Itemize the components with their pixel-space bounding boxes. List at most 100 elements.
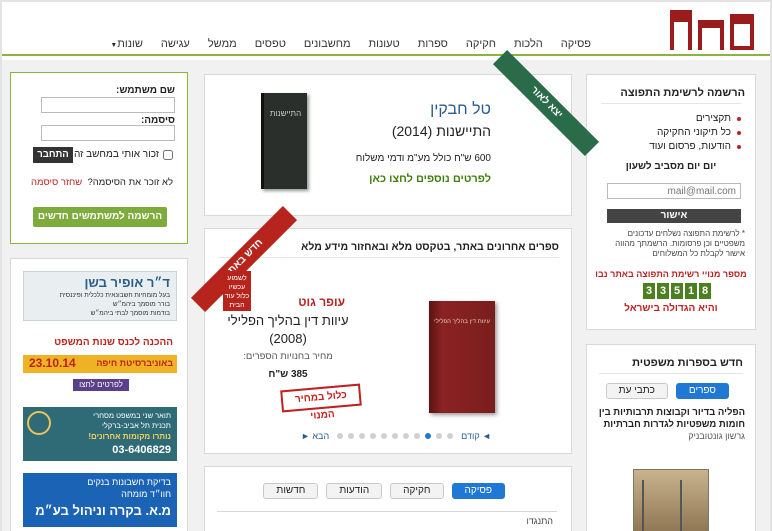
ad2-line1: ההכנה לכנס שנות המשפט xyxy=(54,337,173,348)
mailing-features: תקצירים כל תיקוני החקיקה הודעות, פרסום ו… xyxy=(596,113,741,155)
ad3-line1: תואר שני במשפט מסחרי xyxy=(93,411,171,420)
counter-digit: 5 xyxy=(671,283,683,299)
carousel-dots xyxy=(337,433,454,439)
carousel-dot[interactable] xyxy=(447,433,454,439)
book-author: גרשון גונטובניק xyxy=(688,431,745,441)
confirm-button[interactable]: אישור xyxy=(607,209,741,223)
username-label: שם משתמש: xyxy=(116,85,175,96)
ad1-line4: בודמות מוסמך לבתי ביהמ״ש xyxy=(90,310,170,317)
divider xyxy=(599,373,743,374)
nav-item-misc[interactable]: שונות▼ xyxy=(97,38,152,50)
header-divider xyxy=(2,54,770,56)
remember-label: זכור אותי במחשב זה xyxy=(73,149,159,160)
nav-item-government[interactable]: ממשל xyxy=(199,38,246,50)
carousel-controls: ◄ קודם הבא ► xyxy=(301,431,491,441)
nav-item-hakika[interactable]: חקיקה xyxy=(457,38,505,50)
promo-book-cover[interactable]: התיישנות xyxy=(261,93,307,189)
nav-item-aggregate[interactable]: עגישה xyxy=(152,38,199,50)
included-stamp: כלול במחיר המנוי xyxy=(280,383,362,422)
remember-row: זכור אותי במחשב זה xyxy=(74,149,173,160)
carousel-dot-active[interactable] xyxy=(425,433,432,439)
promo-author: טל חבקין xyxy=(430,101,491,118)
recent-book-cover[interactable]: עיוות דין בהליך הפלילי xyxy=(429,301,495,413)
new-sub-badge: לשמוע עכשיו כלול עוד הבית xyxy=(223,271,251,311)
legal-tabs: ספרים כתבי עת xyxy=(605,383,729,399)
ad-banner-haifa[interactable]: ההכנה לכנס שנות המשפט 23.10.14 באוניברסי… xyxy=(23,333,177,395)
promo-details-link[interactable]: לפרטים נוספים לחצו כאן xyxy=(369,173,491,185)
promo-panel: התיישנות יצא לאור טל חבקין התיישנות (201… xyxy=(204,49,600,216)
tab-pesika[interactable]: פסיקה xyxy=(451,483,505,499)
news-row-text[interactable]: התנגדו xyxy=(526,516,553,526)
tab-hakika[interactable]: חקיקה xyxy=(390,483,444,499)
nevo-logo[interactable] xyxy=(670,10,754,50)
ad2-place: באוניברסיטת חיפה xyxy=(96,358,173,368)
carousel-dot[interactable] xyxy=(337,433,344,439)
ladder-graphic xyxy=(642,480,682,531)
carousel-dot[interactable] xyxy=(381,433,388,439)
mailing-subtitle: יום יום מסביב לשעון xyxy=(625,161,717,172)
counter-digit: 8 xyxy=(699,283,711,299)
ad-banner-bashan[interactable]: ד״ר אופיר בשן בעל מומחיות חשבונאית כלכלי… xyxy=(23,271,177,321)
promo-price: 600 ש"ח כולל מע"מ ודמי משלוח xyxy=(355,153,491,164)
ad-banner-bakara[interactable]: בדיקת חשבונות בנקים חוו״ד מומחה מ.א. בקר… xyxy=(23,473,177,527)
tab-announcements[interactable]: הודעות xyxy=(326,483,383,499)
tab-journals[interactable]: כתבי עת xyxy=(605,383,668,399)
nav-item-teanot[interactable]: טעונות xyxy=(360,38,409,50)
recent-price: 385 ש"ח xyxy=(268,369,308,380)
ad4-line2: חוו״ד מומחה xyxy=(121,489,171,499)
carousel-dot[interactable] xyxy=(348,433,355,439)
login-button[interactable]: התחבר xyxy=(33,147,73,163)
promo-cover-text: התיישנות xyxy=(269,109,302,118)
mailing-list-panel: הרשמה לרשימת התפוצה תקצירים כל תיקוני הח… xyxy=(586,74,756,330)
news-tabs: פסיקה חקיקה הודעות חדשות xyxy=(263,483,505,499)
password-input[interactable] xyxy=(41,125,175,141)
username-input[interactable] xyxy=(41,97,175,113)
counter-digit: 3 xyxy=(657,283,669,299)
forgot-password-link[interactable]: שחזר סיסמה xyxy=(31,177,82,188)
ad3-phone: 03-6406829 xyxy=(112,444,171,456)
recent-cover-text: עיוות דין בהליך הפלילי xyxy=(434,319,490,325)
mailing-feature: הודעות, פרסום ועוד xyxy=(596,141,741,152)
tab-news[interactable]: חדשות xyxy=(263,483,319,499)
carousel-dot[interactable] xyxy=(414,433,421,439)
carousel-dot[interactable] xyxy=(370,433,377,439)
register-button[interactable]: הרשמה למשתמשים חדשים xyxy=(33,207,167,227)
nav-item-sifrut[interactable]: ספרות xyxy=(409,38,457,50)
ad3-line3: נותרו מקומות אחרונים! xyxy=(88,432,171,441)
nav-item-halachot[interactable]: הלכות xyxy=(505,38,552,50)
tau-seal-icon xyxy=(27,411,51,435)
carousel-dot[interactable] xyxy=(403,433,410,439)
recent-price-label: מחיר בחנויות הספרים: xyxy=(243,351,333,362)
remember-checkbox[interactable] xyxy=(163,149,173,160)
subscriber-counter: 33518 xyxy=(641,283,711,299)
ad3-line2: תכנית תל אביב-ברקלי xyxy=(101,421,171,430)
recent-header: ספרים אחרונים באתר, בטקסט מלא ובאחזור מי… xyxy=(301,241,559,253)
ad4-line1: בדיקת חשבונות בנקים xyxy=(87,477,171,487)
nav-item-calculators[interactable]: מחשבונים xyxy=(295,38,360,50)
divider xyxy=(601,103,741,104)
ad1-name: ד״ר אופיר בשן xyxy=(84,275,170,290)
legal-title: חדש בספרות משפטית xyxy=(632,357,743,369)
mailing-title: הרשמה לרשימת התפוצה xyxy=(620,87,745,99)
carousel-dot[interactable] xyxy=(436,433,443,439)
carousel-dot[interactable] xyxy=(359,433,366,439)
email-input[interactable] xyxy=(607,183,741,199)
carousel-prev[interactable]: ◄ קודם xyxy=(461,431,491,441)
nav-item-forms[interactable]: טפסים xyxy=(246,38,295,50)
mailing-note: * לרשימת התפוצה נשלחים עדכונים משפטיים ו… xyxy=(615,229,745,258)
divider xyxy=(219,257,559,258)
ad-banner-tau[interactable]: תואר שני במשפט מסחרי תכנית תל אביב-ברקלי… xyxy=(23,407,177,461)
ad1-line2: בעל מומחיות חשבונאית כלכלית ופיננסית xyxy=(59,292,170,299)
carousel-dot[interactable] xyxy=(392,433,399,439)
recent-books-panel: ספרים אחרונים באתר, בטקסט מלא ובאחזור מי… xyxy=(190,205,572,454)
ad1-line3: בורר מוסמך ביהמ״ש xyxy=(112,301,170,308)
legal-book-cover[interactable] xyxy=(633,469,709,531)
recent-year: (2008) xyxy=(269,331,307,346)
ad4-line3: מ.א. בקרה וניהול בע״מ xyxy=(35,503,171,518)
promo-title: התיישנות (2014) xyxy=(391,123,491,139)
nav-item-pesika[interactable]: פסיקה xyxy=(552,38,600,50)
book-title[interactable]: הפליה בדיור וקבוצות תרבותיות בין חומות מ… xyxy=(595,407,745,431)
tab-books[interactable]: ספרים xyxy=(675,383,729,399)
carousel-next[interactable]: הבא ► xyxy=(301,431,329,441)
ads-panel: ד״ר אופיר בשן בעל מומחיות חשבונאית כלכלי… xyxy=(10,258,188,531)
